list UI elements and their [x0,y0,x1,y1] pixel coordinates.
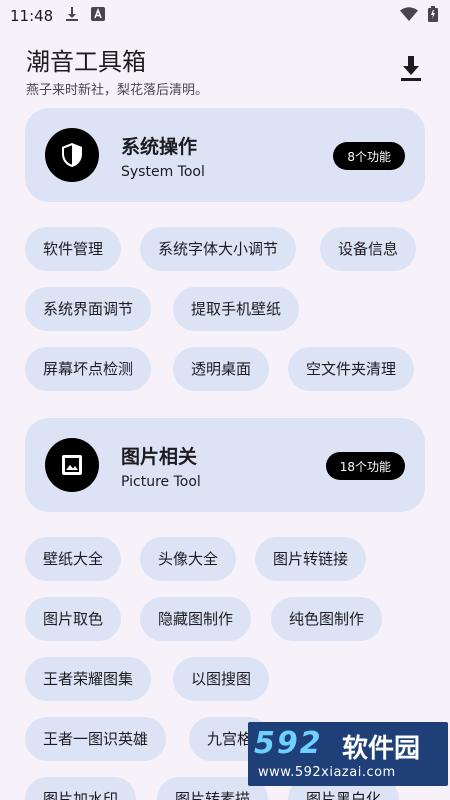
chip-software-manager[interactable]: 软件管理 [25,227,122,271]
section-card-system-tool[interactable]: 系统操作 System Tool 8个功能 [25,108,425,202]
download-button[interactable] [398,54,424,84]
download-icon [401,56,421,81]
chip-device-info[interactable]: 设备信息 [320,227,417,271]
chip-color-picker[interactable]: 图片取色 [25,597,122,641]
chip-image-to-link[interactable]: 图片转链接 [255,537,367,581]
watermark-url: www.592xiazai.com [258,765,396,780]
section-icon-wrapper [45,438,99,492]
chip-dead-pixel-test[interactable]: 屏幕坏点检测 [25,347,152,391]
chip-empty-folder-clean[interactable]: 空文件夹清理 [288,347,415,391]
download-notification-icon [65,6,79,26]
app-title: 潮音工具箱 [26,48,146,76]
status-time: 11:48 [10,7,54,25]
app-subtitle: 燕子来时新社，梨花落后清明。 [26,83,209,98]
section-icon-wrapper [45,128,99,182]
shield-icon [62,143,82,167]
section-card-picture-tool[interactable]: 图片相关 Picture Tool 18个功能 [25,418,425,512]
a-notification-icon [91,7,106,25]
chip-honor-of-kings-gallery[interactable]: 王者荣耀图集 [25,657,152,701]
app-bar: 潮音工具箱 燕子来时新社，梨花落后清明。 [0,32,450,108]
chip-reverse-image-search[interactable]: 以图搜图 [173,657,270,701]
chip-wallpapers[interactable]: 壁纸大全 [25,537,122,581]
tool-list[interactable]: 系统操作 System Tool 8个功能 软件管理 系统字体大小调节 设备信息… [0,108,450,800]
chip-identify-hero[interactable]: 王者一图识英雄 [25,717,167,761]
feature-count-badge: 8个功能 [333,142,405,170]
site-watermark: 592 软件园 www.592xiazai.com [248,722,448,786]
section-title: 图片相关 [121,446,198,468]
section-subtitle: Picture Tool [121,474,201,490]
wifi-icon [400,7,418,25]
watermark-name: 软件园 [342,734,421,764]
section-subtitle: System Tool [121,164,205,180]
chip-add-watermark[interactable]: 图片加水印 [25,777,137,800]
chip-extract-wallpaper[interactable]: 提取手机壁纸 [173,287,300,331]
feature-count-badge: 18个功能 [325,452,405,480]
section-title: 系统操作 [121,136,198,158]
chip-font-size-adjust[interactable]: 系统字体大小调节 [140,227,297,271]
status-bar: 11:48 [0,0,450,32]
chip-transparent-desktop[interactable]: 透明桌面 [173,347,270,391]
chip-solid-color-image[interactable]: 纯色图制作 [271,597,383,641]
chip-avatars[interactable]: 头像大全 [140,537,237,581]
chip-ui-adjust[interactable]: 系统界面调节 [25,287,152,331]
chip-hidden-image[interactable]: 隐藏图制作 [140,597,252,641]
image-icon [62,455,82,475]
battery-icon [428,6,438,26]
watermark-number: 592 [254,726,323,761]
